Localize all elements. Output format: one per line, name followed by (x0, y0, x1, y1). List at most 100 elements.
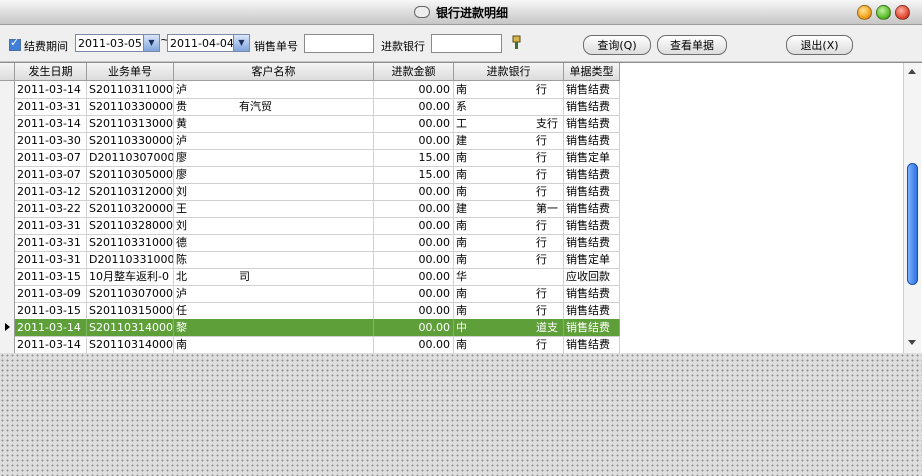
column-header[interactable]: 发生日期 (15, 63, 87, 80)
date-to-picker[interactable]: 2011-04-04 ▼ (167, 34, 250, 52)
maximize-button[interactable] (876, 5, 891, 20)
bank-name-tail: 行 (536, 151, 547, 164)
table-row[interactable]: 2011-03-31 S201103310002 德 00.00 南行销售结费 (0, 234, 620, 252)
chevron-down-icon[interactable]: ▼ (143, 35, 159, 51)
row-indicator[interactable] (0, 217, 15, 234)
table-row[interactable]: 2011-03-14 S201103130001 黄 00.00 工支行 销售结费 (0, 115, 620, 133)
table-cell: 黄 (174, 115, 374, 132)
column-header[interactable]: 进款银行 (454, 63, 564, 80)
bank-name-tail: 行 (536, 134, 547, 147)
row-indicator[interactable] (0, 336, 15, 353)
customer-name-tail: 司 (239, 270, 250, 283)
table-cell: 2011-03-14 (15, 81, 87, 98)
table-cell: 2011-03-07 (15, 149, 87, 166)
period-checkbox[interactable] (9, 36, 21, 51)
table-cell: 2011-03-07 (15, 166, 87, 183)
table-cell: 刘 (174, 183, 374, 200)
scroll-thumb[interactable] (907, 163, 918, 285)
table-cell: 10月整车返利-0 (87, 268, 174, 285)
table-cell: 00.00 (374, 183, 454, 200)
vertical-scrollbar[interactable] (903, 63, 921, 353)
chevron-down-icon[interactable]: ▼ (233, 35, 249, 51)
table-cell: S201103140003 (89, 336, 174, 353)
table-cell: 销售结费 (564, 336, 620, 353)
table-row[interactable]: 2011-03-14 S201103140001 黎 00.00 中道支 销售结费 (0, 319, 620, 337)
table-cell: 销售结费 (564, 234, 620, 251)
view-document-button[interactable]: 查看单据 (657, 35, 727, 55)
table-row[interactable]: 2011-03-30 S201103300003 泸 00.00 建行销售结费 (0, 132, 620, 150)
table-cell: 00.00 (374, 268, 454, 285)
table-cell: 00.00 (374, 98, 454, 115)
query-button[interactable]: 查询(Q) (583, 35, 651, 55)
table-cell: 销售结费 (564, 115, 620, 132)
table-cell: 00.00 (374, 217, 454, 234)
table-cell: 销售结费 (564, 166, 620, 183)
table-row[interactable]: 2011-03-14 S201103140003 南 00.00 南行销售结费 (0, 336, 620, 354)
row-indicator[interactable] (0, 268, 15, 285)
table-cell: 2011-03-14 (15, 336, 87, 353)
row-indicator[interactable] (0, 251, 15, 268)
column-header[interactable]: 进款金额 (374, 63, 454, 80)
table-row[interactable]: 2011-03-07 D201103070001 廖 15.00 南行销售定单 (0, 149, 620, 167)
table-cell: 南行 (454, 251, 564, 268)
pick-icon[interactable] (512, 35, 521, 50)
scroll-down-icon[interactable] (906, 337, 918, 349)
table-cell: 销售结费 (564, 302, 620, 319)
table-cell: 南行 (454, 285, 564, 302)
column-header[interactable]: 单据类型 (564, 63, 620, 80)
table-row[interactable]: 2011-03-31 D201103310001 陈 00.00 南行销售定单 (0, 251, 620, 269)
table-row[interactable]: 2011-03-07 S201103050001 廖 15.00 南行销售结费 (0, 166, 620, 184)
table-row[interactable]: 2011-03-15 S201103150001 任 00.00 南行销售结费 (0, 302, 620, 320)
table-row[interactable]: 2011-03-09 S201103070001 泸 00.00 南行销售结费 (0, 285, 620, 303)
minimize-button[interactable] (857, 5, 872, 20)
date-from-picker[interactable]: 2011-03-05 ▼ (75, 34, 160, 52)
table-row[interactable]: 2011-03-12 S201103120001 刘 00.00 南行销售结费 (0, 183, 620, 201)
table-row[interactable]: 2011-03-31 S201103280001 刘 00.00 南行销售结费 (0, 217, 620, 235)
bank-name-tail: 支行 (536, 117, 558, 130)
table-cell: 2011-03-31 (15, 98, 87, 115)
table-cell: 15.00 (374, 149, 454, 166)
table-cell: S201103310002 (89, 234, 174, 251)
sale-no-input[interactable] (304, 34, 374, 53)
row-indicator[interactable] (0, 166, 15, 183)
app-icon (413, 6, 430, 18)
table-cell: S201103130001 (89, 115, 174, 132)
row-indicator[interactable] (0, 149, 15, 166)
table-cell: 销售结费 (564, 217, 620, 234)
table-cell: 00.00 (374, 336, 454, 353)
row-indicator[interactable] (0, 302, 15, 319)
close-button[interactable] (895, 5, 910, 20)
table-row[interactable]: 2011-03-22 S201103200002 王 00.00 建第一 销售结费 (0, 200, 620, 218)
row-indicator[interactable] (0, 319, 15, 336)
bank-input[interactable] (431, 34, 502, 53)
table-cell: 应收回款 (564, 268, 620, 285)
row-indicator[interactable] (0, 285, 15, 302)
exit-button[interactable]: 退出(X) (786, 35, 853, 55)
bank-receipt-detail-window: 银行进款明细 结费期间 2011-03-05 ▼ ~ 2011-04-04 ▼ … (0, 0, 922, 476)
row-indicator[interactable] (0, 98, 15, 115)
bank-name-tail: 行 (536, 338, 547, 351)
table-cell: 南行 (454, 217, 564, 234)
row-indicator[interactable] (0, 183, 15, 200)
table-cell: 2011-03-09 (15, 285, 87, 302)
table-cell: D201103310001 (89, 251, 174, 268)
row-indicator[interactable] (0, 234, 15, 251)
table-cell: 任 (174, 302, 374, 319)
bank-label: 进款银行 (381, 40, 425, 53)
table-row[interactable]: 2011-03-15 10月整车返利-0 北司 00.00 华应收回款 (0, 268, 620, 286)
row-indicator[interactable] (0, 200, 15, 217)
column-header[interactable]: 业务单号 (87, 63, 174, 80)
bank-name-tail: 行 (536, 83, 547, 96)
table-cell: 建行 (454, 132, 564, 149)
scroll-up-icon[interactable] (906, 66, 918, 78)
receipt-table: 发生日期 业务单号 客户名称 进款金额 进款银行 单据类型 2011-03-14… (0, 62, 922, 354)
row-indicator[interactable] (0, 115, 15, 132)
table-row[interactable]: 2011-03-31 S201103300002 贵有汽贸 00.00 系销售结费 (0, 98, 620, 116)
column-header[interactable]: 客户名称 (174, 63, 374, 80)
row-indicator[interactable] (0, 132, 15, 149)
table-cell: 工支行 (454, 115, 564, 132)
table-row[interactable]: 2011-03-14 S201103110001 泸 00.00 南行销售结费 (0, 81, 620, 99)
table-cell: 泸 (174, 132, 374, 149)
table-cell: 销售定单 (564, 149, 620, 166)
row-indicator[interactable] (0, 81, 15, 98)
